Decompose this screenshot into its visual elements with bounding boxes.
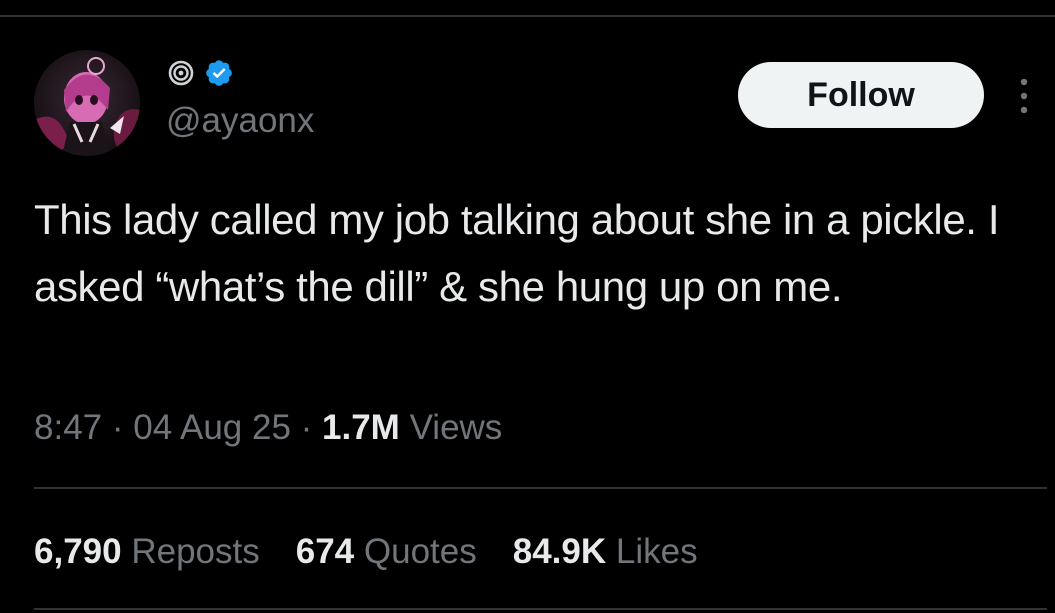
reposts-stat[interactable]: 6,790 Reposts bbox=[34, 530, 260, 574]
reposts-label: Reposts bbox=[131, 532, 260, 571]
quotes-label: Quotes bbox=[363, 532, 477, 571]
meta-separator: · bbox=[300, 408, 313, 447]
display-name-row[interactable] bbox=[168, 58, 234, 88]
tweet-date[interactable]: 04 Aug 25 bbox=[133, 408, 291, 447]
tweet-meta: 8:47 · 04 Aug 25 · 1.7M Views bbox=[34, 406, 502, 450]
views-label: Views bbox=[409, 408, 503, 447]
verified-badge-icon bbox=[204, 58, 234, 88]
quotes-count: 674 bbox=[295, 532, 355, 571]
likes-label: Likes bbox=[615, 532, 698, 571]
views-count: 1.7M bbox=[322, 408, 400, 447]
follow-button[interactable]: Follow bbox=[738, 62, 984, 128]
tweet-text: This lady called my job talking about sh… bbox=[34, 196, 1000, 310]
stats-divider-bottom bbox=[34, 608, 1047, 610]
stats-divider-top bbox=[34, 487, 1047, 489]
top-divider bbox=[0, 15, 1055, 17]
quotes-stat[interactable]: 674 Quotes bbox=[296, 530, 477, 574]
tweet-stats: 6,790 Reposts 674 Quotes 84.9K Likes bbox=[34, 530, 698, 574]
avatar-image bbox=[34, 50, 140, 156]
tweet-time[interactable]: 8:47 bbox=[34, 408, 102, 447]
spiral-emoji-icon bbox=[168, 60, 194, 86]
user-handle[interactable]: @ayaonx bbox=[166, 101, 314, 141]
meta-separator: · bbox=[111, 408, 124, 447]
avatar[interactable] bbox=[34, 50, 140, 156]
likes-stat[interactable]: 84.9K Likes bbox=[513, 530, 698, 574]
more-vertical-icon[interactable] bbox=[1014, 76, 1034, 116]
likes-count: 84.9K bbox=[512, 532, 607, 571]
reposts-count: 6,790 bbox=[34, 532, 122, 571]
